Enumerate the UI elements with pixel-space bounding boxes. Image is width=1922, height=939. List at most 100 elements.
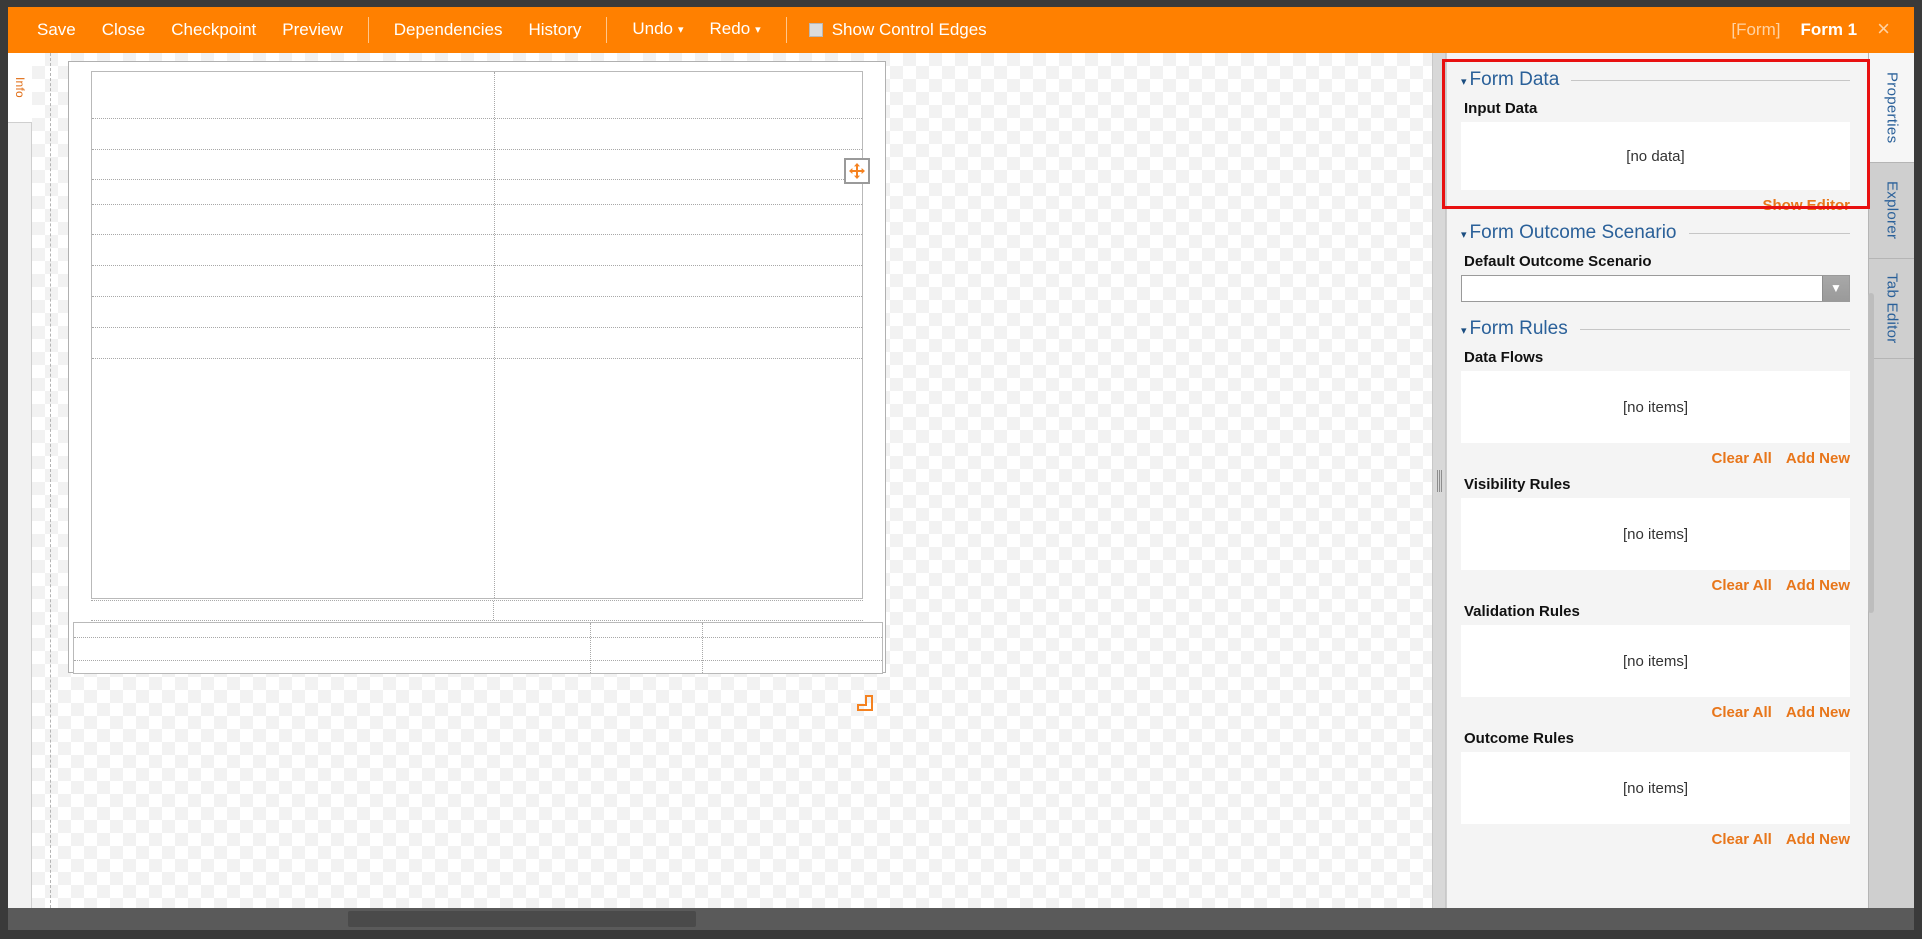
layout-band-middle[interactable] [91,600,863,621]
collapse-arrow-icon: ▾ [1461,228,1467,241]
rule-list-empty-text: [no items] [1622,398,1689,416]
table-row-divider [92,327,862,328]
properties-panel-scroll-area[interactable]: ▾ Form Data Input Data [no data] Show Ed… [1447,53,1868,908]
tab-explorer[interactable]: Explorer [1869,163,1914,259]
table-row-divider [74,637,882,638]
section-rule [1571,79,1850,81]
chevron-down-icon: ▾ [755,24,761,36]
table-row-divider [92,234,862,235]
add-new-link[interactable]: Add New [1786,450,1850,467]
toolbar-separator [606,17,608,43]
rule-list-empty-text: [no items] [1622,779,1689,797]
canvas-guide-line [50,53,51,908]
scrollbar-thumb[interactable] [348,911,696,927]
form-design-canvas[interactable] [32,53,1432,908]
rule-list-validation-rules[interactable]: [no items] [1461,625,1850,697]
close-icon[interactable]: × [1867,17,1900,43]
collapse-arrow-icon: ▾ [1461,324,1467,337]
input-data-empty-text: [no data] [1626,147,1685,165]
save-button[interactable]: Save [24,16,89,44]
move-arrows-icon[interactable] [844,158,870,184]
active-form-tab[interactable]: Form 1 [1790,16,1867,44]
clear-all-link[interactable]: Clear All [1712,831,1772,848]
collapse-arrow-icon: ▾ [1461,75,1467,88]
scrollbar-thumb[interactable] [1868,293,1874,613]
show-control-edges-label: Show Control Edges [831,20,987,39]
tab-tab-editor[interactable]: Tab Editor [1869,259,1914,359]
undo-label: Undo [632,19,673,38]
dependencies-button[interactable]: Dependencies [381,16,516,44]
layout-table-bottom[interactable] [73,622,883,674]
left-tab-strip: Info [8,53,32,908]
form-root-container[interactable] [68,61,886,674]
add-new-link[interactable]: Add New [1786,831,1850,848]
toolbar-separator [367,17,369,43]
input-data-actions: Show Editor [1461,197,1851,214]
toolbar-right-group: [Form] Form 1 × [1721,16,1914,44]
properties-panel: ▾ Form Data Input Data [no data] Show Ed… [1446,53,1868,908]
rule-list-empty-text: [no items] [1622,525,1689,543]
tab-explorer-label: Explorer [1883,181,1901,240]
rule-list-visibility-rules[interactable]: [no items] [1461,498,1850,570]
rule-group-label-data-flows: Data Flows [1464,349,1544,366]
properties-panel-scrollbar[interactable] [1868,53,1874,908]
splitter-grip-icon [1436,469,1442,492]
section-header-form-rules[interactable]: ▾ Form Rules [1461,318,1850,340]
chevron-down-icon: ▾ [678,24,684,36]
clear-all-link[interactable]: Clear All [1712,577,1772,594]
rule-group-label-outcome-rules: Outcome Rules [1464,730,1575,747]
add-new-link[interactable]: Add New [1786,577,1850,594]
add-new-link[interactable]: Add New [1786,704,1850,721]
table-row-divider [92,149,862,150]
section-title: Form Outcome Scenario [1469,222,1677,243]
rule-list-data-flows[interactable]: [no items] [1461,371,1850,443]
table-row-divider [92,358,862,359]
history-button[interactable]: History [515,16,594,44]
show-editor-link[interactable]: Show Editor [1763,197,1851,214]
resize-corner-icon[interactable] [857,695,873,711]
section-header-form-outcome-scenario[interactable]: ▾ Form Outcome Scenario [1461,222,1850,244]
redo-button[interactable]: Redo ▾ [697,15,774,45]
horizontal-scrollbar[interactable] [8,908,1914,930]
close-button[interactable]: Close [89,16,158,44]
tab-properties[interactable]: Properties [1869,53,1914,163]
table-row-divider [92,204,862,205]
application-window: Save Close Checkpoint Preview Dependenci… [0,0,1922,939]
right-tab-strip: Properties Explorer Tab Editor [1868,53,1914,908]
tab-properties-label: Properties [1883,71,1901,144]
info-tab-label: Info [13,77,27,98]
undo-button[interactable]: Undo ▾ [619,15,696,45]
section-header-form-data[interactable]: ▾ Form Data [1461,69,1850,91]
chevron-down-icon[interactable]: ▼ [1822,276,1849,301]
section-title: Form Rules [1469,318,1568,339]
default-outcome-scenario-select[interactable]: ▼ [1461,275,1850,302]
sidebar-item-info[interactable]: Info [8,53,32,123]
clear-all-link[interactable]: Clear All [1712,704,1772,721]
panel-splitter[interactable] [1432,53,1446,908]
table-row-divider [92,118,862,119]
table-column-divider [702,623,703,673]
checkbox-icon [808,23,823,37]
clear-all-link[interactable]: Clear All [1712,450,1772,467]
show-control-edges-checkbox[interactable]: Show Control Edges [799,16,997,44]
rule-group-label-validation-rules: Validation Rules [1464,603,1580,620]
input-data-box[interactable]: [no data] [1461,122,1850,190]
layout-table-top[interactable] [91,71,863,599]
rule-actions-validation-rules: Clear All Add New [1461,704,1850,721]
table-row-divider [92,296,862,297]
rule-actions-visibility-rules: Clear All Add New [1461,577,1850,594]
rule-group-label-visibility-rules: Visibility Rules [1464,476,1571,493]
redo-label: Redo [709,19,751,38]
checkpoint-button[interactable]: Checkpoint [158,16,269,44]
main-toolbar: Save Close Checkpoint Preview Dependenci… [8,7,1914,53]
tab-tab-editor-label: Tab Editor [1883,273,1901,344]
rule-list-outcome-rules[interactable]: [no items] [1461,752,1850,824]
table-column-divider [494,72,495,598]
default-outcome-scenario-label: Default Outcome Scenario [1464,253,1652,270]
rule-actions-data-flows: Clear All Add New [1461,450,1850,467]
section-title: Form Data [1469,69,1560,90]
table-row-divider [92,179,862,180]
rule-actions-outcome-rules: Clear All Add New [1461,831,1850,848]
table-column-divider [493,601,494,620]
preview-button[interactable]: Preview [269,16,355,44]
